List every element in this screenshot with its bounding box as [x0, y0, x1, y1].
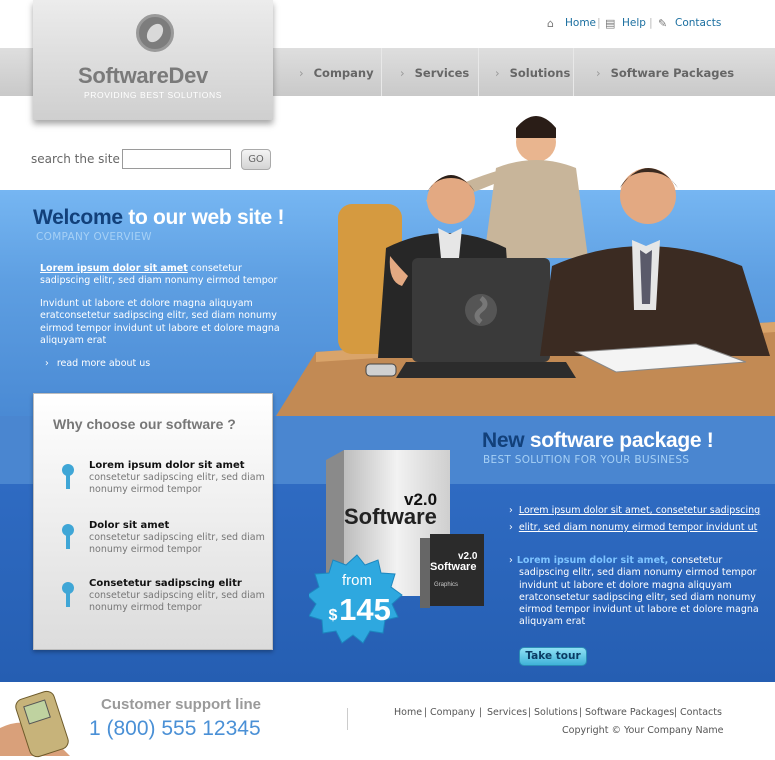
- price-currency: $: [329, 607, 338, 624]
- welcome-heading: Welcome to our web site !: [33, 206, 285, 229]
- logo-icon: [136, 14, 174, 52]
- brand-tagline: PROVIDING BEST SOLUTIONS: [84, 90, 222, 100]
- footer-link-separator: |: [424, 707, 428, 718]
- read-more-link[interactable]: read more about us: [45, 358, 150, 369]
- nav-solutions[interactable]: Solutions: [495, 66, 571, 80]
- footer-link-separator: |: [579, 707, 583, 718]
- top-link-contacts[interactable]: Contacts: [675, 17, 721, 29]
- nav-divider: [573, 48, 574, 96]
- package-link-2[interactable]: elitr, sed diam nonumy eirmod tempor inv…: [509, 522, 758, 533]
- why-item-text: consetetur sadipscing elitr, sed diam non…: [89, 532, 265, 556]
- help-icon: ▤: [605, 17, 616, 30]
- home-icon: ⌂: [547, 17, 554, 30]
- support-phone-number[interactable]: 1 (800) 555 12345: [89, 717, 261, 741]
- package-heading: New software package !: [482, 429, 714, 452]
- nav-divider: [381, 48, 382, 96]
- nav-company[interactable]: Company: [299, 66, 374, 80]
- price-badge: from $ 145: [309, 554, 403, 644]
- welcome-paragraph-1: Lorem ipsum dolor sit amet consetetur sa…: [40, 263, 278, 287]
- why-item-text: consetetur sadipscing elitr, sed diam non…: [89, 590, 265, 614]
- footer-link-solutions[interactable]: Solutions: [534, 707, 578, 718]
- footer-link-separator: |: [674, 707, 678, 718]
- package-link-1[interactable]: Lorem ipsum dolor sit amet, consetetur s…: [509, 505, 760, 516]
- small-box-label: Graphics: [434, 582, 458, 588]
- why-item-title: Dolor sit amet: [89, 520, 170, 531]
- pin-icon: [62, 524, 74, 549]
- mobile-phone-icon: [0, 690, 70, 758]
- copyright: Copyright © Your Company Name: [562, 725, 724, 736]
- welcome-paragraph-2: Invidunt ut labore et dolore magna aliqu…: [40, 298, 280, 346]
- why-item-title: Consetetur sadipscing elitr: [89, 578, 242, 589]
- search-input[interactable]: [122, 149, 231, 169]
- search-label: search the site: [31, 152, 120, 166]
- top-link-help[interactable]: Help: [622, 17, 646, 29]
- take-tour-button[interactable]: Take tour: [519, 647, 587, 666]
- footer-link-services[interactable]: Services: [487, 707, 527, 718]
- price-from: from: [342, 572, 372, 589]
- footer-link-separator: |: [528, 707, 532, 718]
- welcome-lead-link[interactable]: Lorem ipsum dolor sit amet: [40, 263, 188, 274]
- pin-icon: [62, 582, 74, 607]
- package-description: › Lorem ipsum dolor sit amet, consetetur …: [509, 555, 759, 628]
- pin-icon: [62, 464, 74, 489]
- footer-link-separator: |: [479, 707, 483, 718]
- search-go-button[interactable]: GO: [241, 149, 271, 170]
- why-choose-title: Why choose our software ?: [53, 416, 236, 432]
- footer-divider: [347, 708, 348, 730]
- why-item-title: Lorem ipsum dolor sit amet: [89, 460, 245, 471]
- business-team-photo: [276, 116, 775, 416]
- top-link-home[interactable]: Home: [565, 17, 596, 29]
- package-subtitle: BEST SOLUTION FOR YOUR BUSINESS: [483, 454, 690, 466]
- box-name: Software: [344, 504, 437, 529]
- nav-services[interactable]: Services: [400, 66, 470, 80]
- nav-divider: [478, 48, 479, 96]
- top-link-separator: |: [649, 16, 653, 29]
- top-link-separator: |: [597, 16, 601, 29]
- footer-link-contacts[interactable]: Contacts: [680, 707, 722, 718]
- small-box-name: Software: [430, 561, 476, 573]
- footer-link-home[interactable]: Home: [394, 707, 422, 718]
- why-item-text: consetetur sadipscing elitr, sed diam non…: [89, 472, 265, 496]
- nav-software-packages[interactable]: Software Packages: [596, 66, 735, 80]
- footer-link-software-packages[interactable]: Software Packages: [585, 707, 674, 718]
- contacts-icon: ✎: [658, 17, 668, 30]
- price-value: 145: [339, 592, 391, 627]
- footer-link-company[interactable]: Company: [430, 707, 475, 718]
- support-line-label: Customer support line: [101, 696, 262, 713]
- brand-name: SoftwareDev: [78, 63, 208, 88]
- welcome-subtitle: COMPANY OVERVIEW: [36, 231, 152, 243]
